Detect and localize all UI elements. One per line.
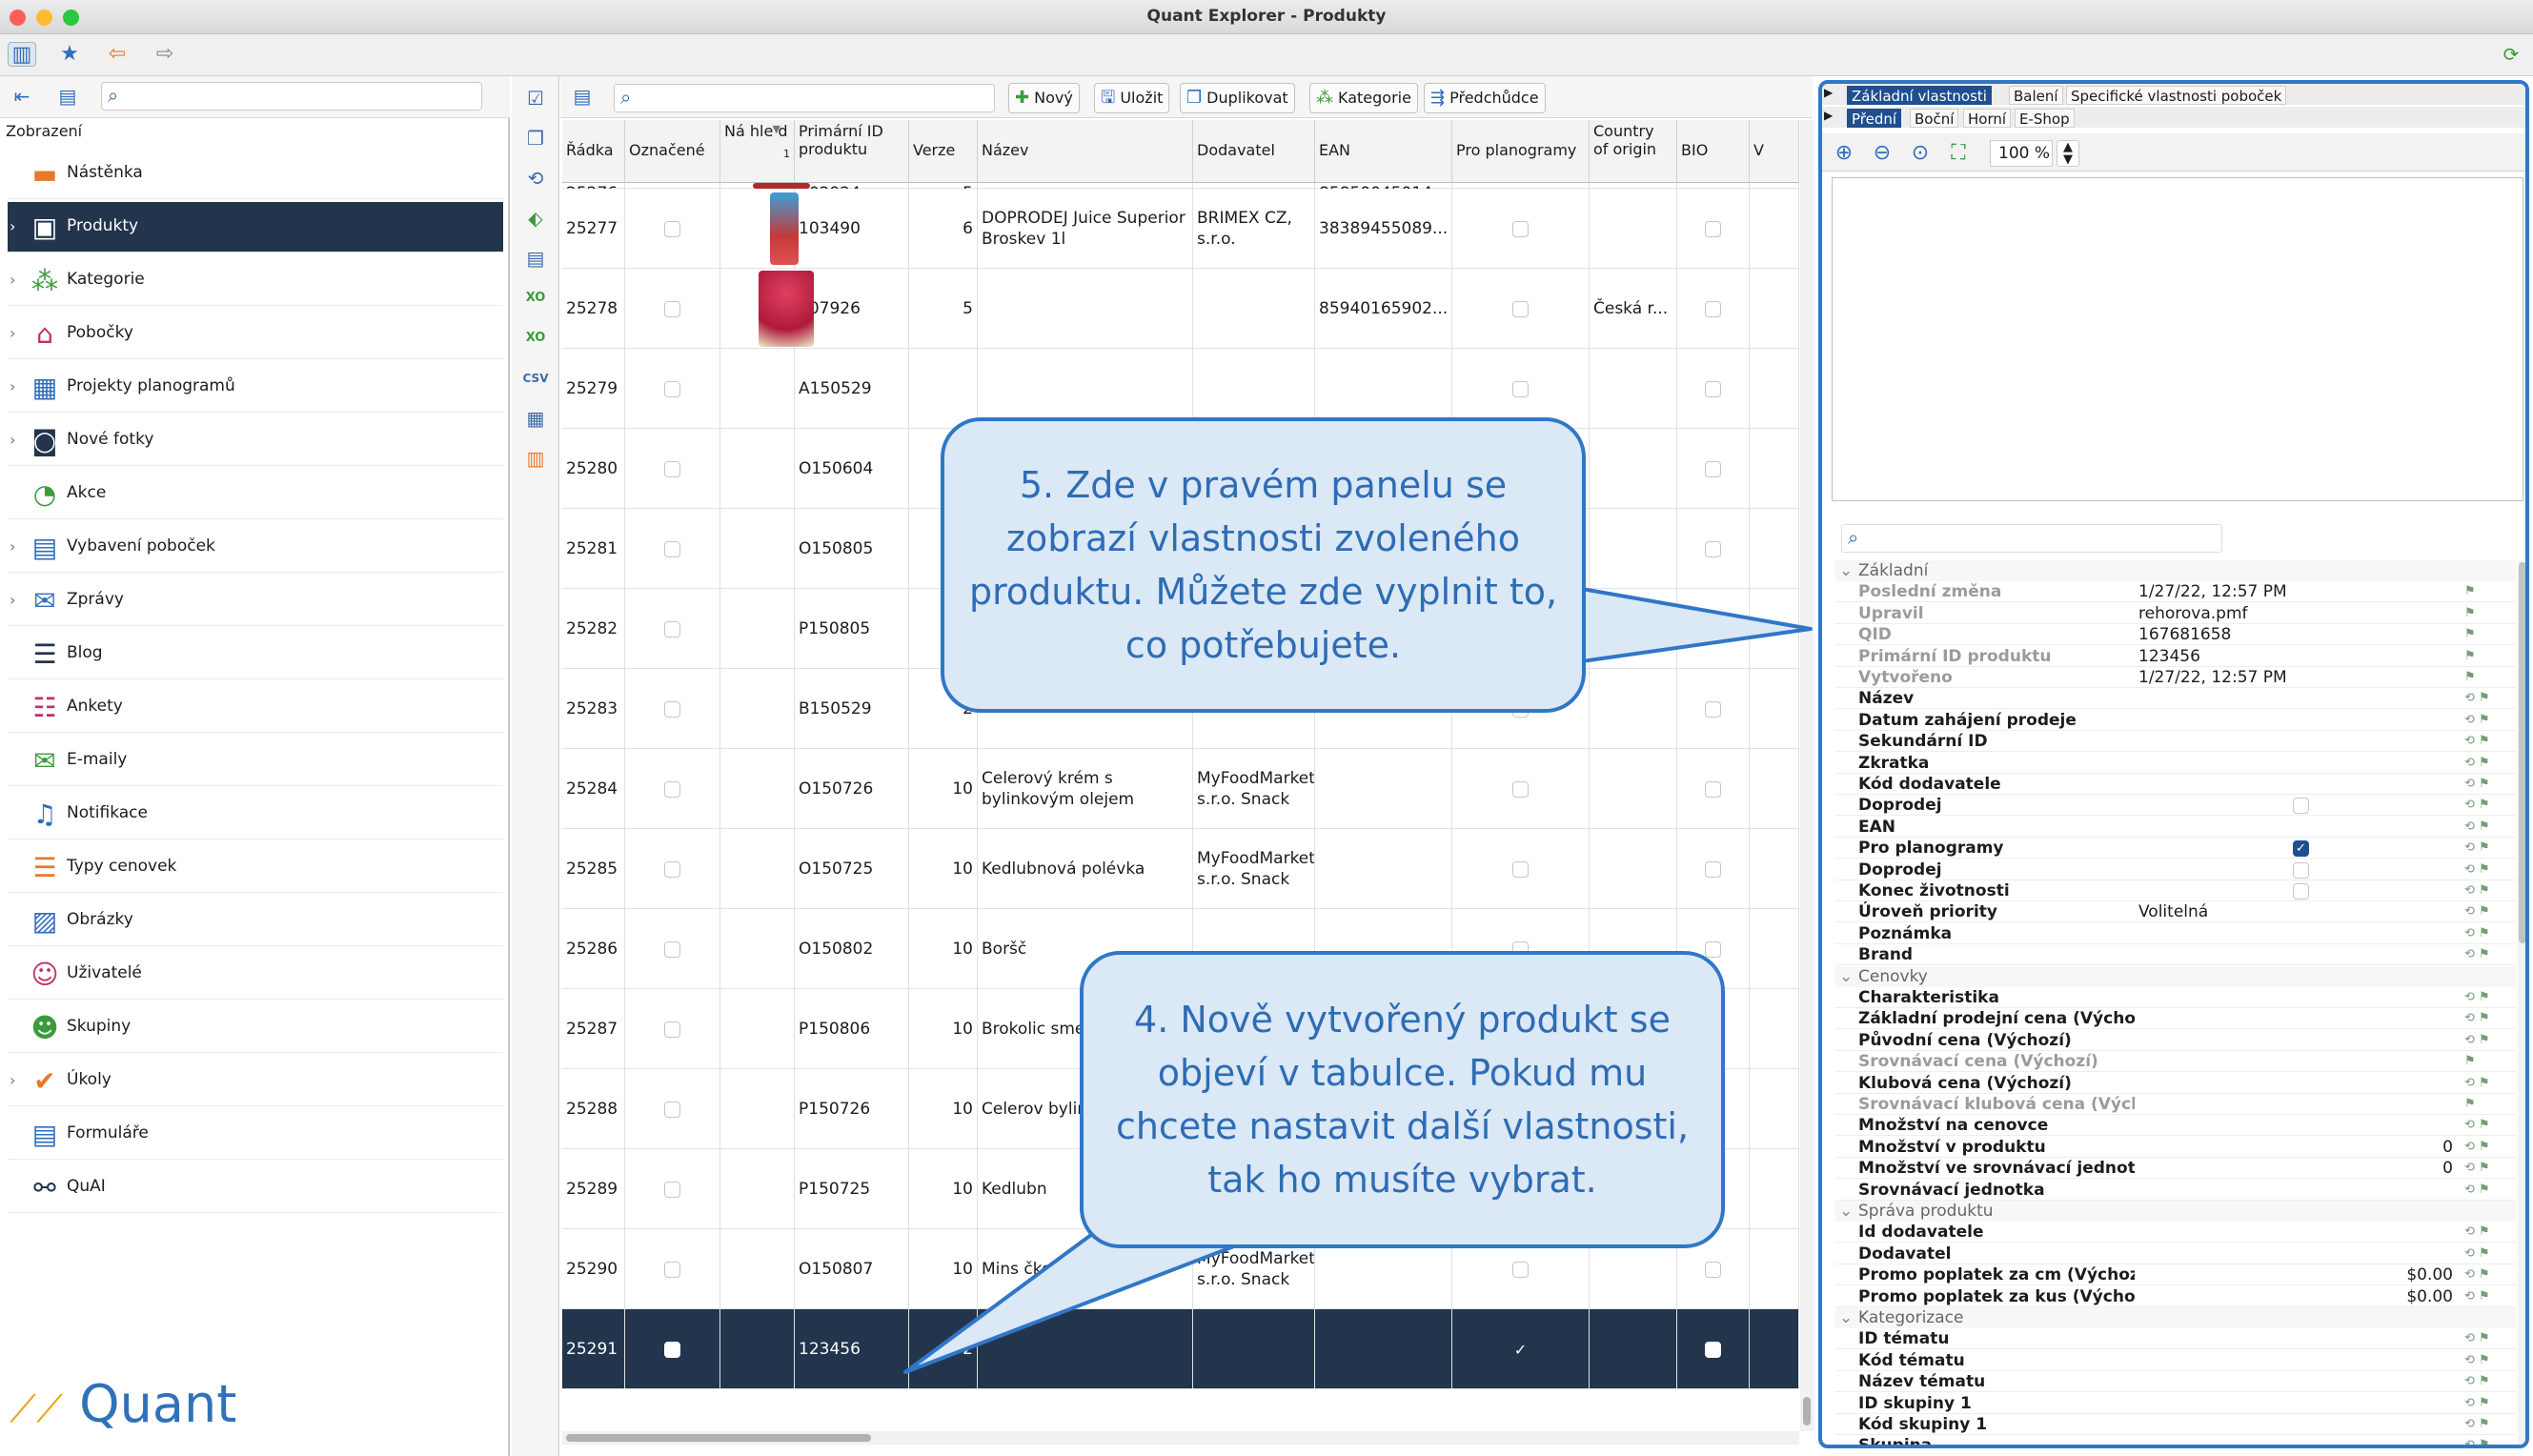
callout-step-4: 4. Nově vytvořený produkt se objeví v ta… [1080, 951, 1725, 1248]
callout-step-5: 5. Zde v pravém panelu se zobrazí vlastn… [941, 417, 1586, 713]
